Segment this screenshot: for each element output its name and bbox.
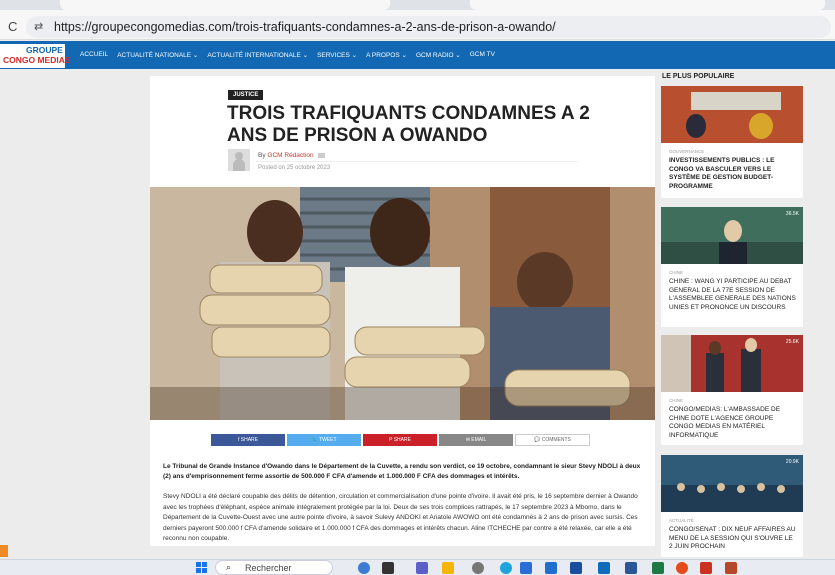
posted-date: Posted on 25 octobre 2023 bbox=[258, 165, 331, 171]
logo-bottom-text: CONGO MEDIAS bbox=[3, 55, 71, 65]
start-tile bbox=[202, 568, 207, 573]
facebook-share-button[interactable]: f SHARE bbox=[211, 434, 285, 446]
card-title[interactable]: INVESTISSEMENTS PUBLICS : LE CONGO VA BA… bbox=[669, 157, 797, 191]
nav-item-gcm-radio[interactable]: GCM RADIO ⌄ bbox=[416, 51, 461, 59]
byline-prefix: By bbox=[258, 152, 266, 159]
teams-icon[interactable] bbox=[416, 562, 428, 574]
site-logo[interactable]: GROUPE CONGO MEDIAS bbox=[0, 44, 71, 68]
reload-icon[interactable]: C bbox=[8, 19, 17, 34]
site-settings-icon[interactable]: ⇄ bbox=[34, 20, 43, 33]
card-thumbnail-illustration bbox=[661, 86, 803, 143]
card-thumbnail-illustration bbox=[661, 207, 803, 264]
author-link[interactable]: GCM Rédaction bbox=[267, 152, 313, 159]
photo-illustration bbox=[150, 187, 655, 420]
twitter-share-button[interactable]: 🐦 TWEET bbox=[287, 434, 361, 446]
start-tile bbox=[202, 562, 207, 567]
popular-card[interactable]: 36.5K CHINE CHINE : WANG YI PARTICIPE AU… bbox=[661, 207, 803, 327]
url-text[interactable]: https://groupecongomedias.com/trois-traf… bbox=[54, 20, 556, 34]
sidebar-heading: LE PLUS POPULAIRE bbox=[662, 73, 735, 80]
card-thumbnail-illustration bbox=[661, 335, 803, 392]
nav-item-actualite-internationale[interactable]: ACTUALITÉ INTERNATIONALE ⌄ bbox=[207, 51, 308, 59]
windows-start-icon[interactable] bbox=[196, 562, 207, 573]
article-body: Stevy NDOLI a été déclaré coupable des d… bbox=[163, 493, 638, 543]
start-tile bbox=[196, 562, 201, 567]
share-bar: f SHARE 🐦 TWEET P SHARE ✉ EMAIL 💬 COMMEN… bbox=[211, 434, 592, 446]
word-doc-icon[interactable] bbox=[625, 562, 637, 574]
article-lead: Le Tribunal de Grande Instance d'Owando … bbox=[163, 463, 641, 480]
nav-item-accueil[interactable]: ACCUEIL bbox=[80, 51, 108, 59]
view-count: 20.9K bbox=[785, 459, 799, 465]
mail-icon[interactable] bbox=[545, 562, 557, 574]
article-title: TROIS TRAFIQUANTS CONDAMNES A 2 ANS DE P… bbox=[227, 103, 590, 146]
start-tile bbox=[196, 568, 201, 573]
card-thumbnail[interactable]: 25.6K bbox=[661, 335, 803, 392]
chrome-icon[interactable] bbox=[676, 562, 688, 574]
page-edge-marker bbox=[0, 545, 8, 557]
meta-divider bbox=[256, 161, 578, 162]
author-avatar[interactable] bbox=[228, 149, 250, 171]
view-count: 36.5K bbox=[785, 211, 799, 217]
card-title[interactable]: CHINE : WANG YI PARTICIPE AU DEBAT GENER… bbox=[669, 278, 797, 312]
card-thumbnail[interactable]: 20.9K bbox=[661, 455, 803, 512]
copilot-icon[interactable] bbox=[358, 562, 370, 574]
outlook-icon[interactable] bbox=[598, 562, 610, 574]
card-title[interactable]: CONGO/SENAT : DIX NEUF AFFAIRES AU MENU … bbox=[669, 526, 797, 552]
nav-item-gcm-tv[interactable]: GCM TV bbox=[470, 51, 495, 59]
file-explorer-icon[interactable] bbox=[442, 562, 454, 574]
store-icon[interactable] bbox=[520, 562, 532, 574]
settings-icon[interactable] bbox=[472, 562, 484, 574]
pdf-reader-icon[interactable] bbox=[700, 562, 712, 574]
category-badge[interactable]: JUSTICE bbox=[228, 90, 264, 100]
nav-menu: ACCUEIL ACTUALITÉ NATIONALE ⌄ ACTUALITÉ … bbox=[80, 51, 504, 59]
card-category[interactable]: GOUVERNANCE bbox=[669, 149, 704, 154]
card-category[interactable]: CHINE bbox=[669, 398, 683, 403]
card-thumbnail-illustration bbox=[661, 455, 803, 512]
nav-item-actualite-nationale[interactable]: ACTUALITÉ NATIONALE ⌄ bbox=[117, 51, 198, 59]
excel-icon[interactable] bbox=[652, 562, 664, 574]
logo-top-text: GROUPE bbox=[26, 45, 63, 55]
popular-card[interactable]: GOUVERNANCE INVESTISSEMENTS PUBLICS : LE… bbox=[661, 86, 803, 198]
comments-button[interactable]: 💬 COMMENTS bbox=[515, 434, 590, 446]
card-category[interactable]: ACTUALITÉ bbox=[669, 518, 694, 523]
search-icon: ⌕ bbox=[226, 562, 232, 572]
nav-item-services[interactable]: SERVICES ⌄ bbox=[317, 51, 357, 59]
article-container: JUSTICE TROIS TRAFIQUANTS CONDAMNES A 2 … bbox=[150, 76, 655, 546]
card-thumbnail[interactable] bbox=[661, 86, 803, 143]
edge-icon[interactable] bbox=[500, 562, 512, 574]
browser-tab[interactable] bbox=[60, 0, 390, 10]
pinterest-share-button[interactable]: P SHARE bbox=[363, 434, 437, 446]
comment-count-icon[interactable] bbox=[318, 152, 326, 158]
popular-card[interactable]: 25.6K CHINE CONGO/MEDIAS: L'AMBASSADE DE… bbox=[661, 335, 803, 445]
taskbar-search-label: Rechercher bbox=[245, 563, 292, 573]
view-count: 25.6K bbox=[785, 339, 799, 345]
nav-item-a-propos[interactable]: A PROPOS ⌄ bbox=[366, 51, 407, 59]
article-photo bbox=[150, 187, 655, 420]
byline: By GCM Rédaction bbox=[258, 152, 326, 159]
card-title[interactable]: CONGO/MEDIAS: L'AMBASSADE DE CHINE DOTE … bbox=[669, 406, 797, 440]
powerpoint-icon[interactable] bbox=[725, 562, 737, 574]
card-thumbnail[interactable]: 36.5K bbox=[661, 207, 803, 264]
word-icon[interactable] bbox=[570, 562, 582, 574]
task-view-icon[interactable] bbox=[382, 562, 394, 574]
avatar-body bbox=[233, 159, 245, 171]
popular-card[interactable]: 20.9K ACTUALITÉ CONGO/SENAT : DIX NEUF A… bbox=[661, 455, 803, 557]
email-share-button[interactable]: ✉ EMAIL bbox=[439, 434, 513, 446]
card-category[interactable]: CHINE bbox=[669, 270, 683, 275]
browser-tab[interactable] bbox=[470, 0, 825, 10]
